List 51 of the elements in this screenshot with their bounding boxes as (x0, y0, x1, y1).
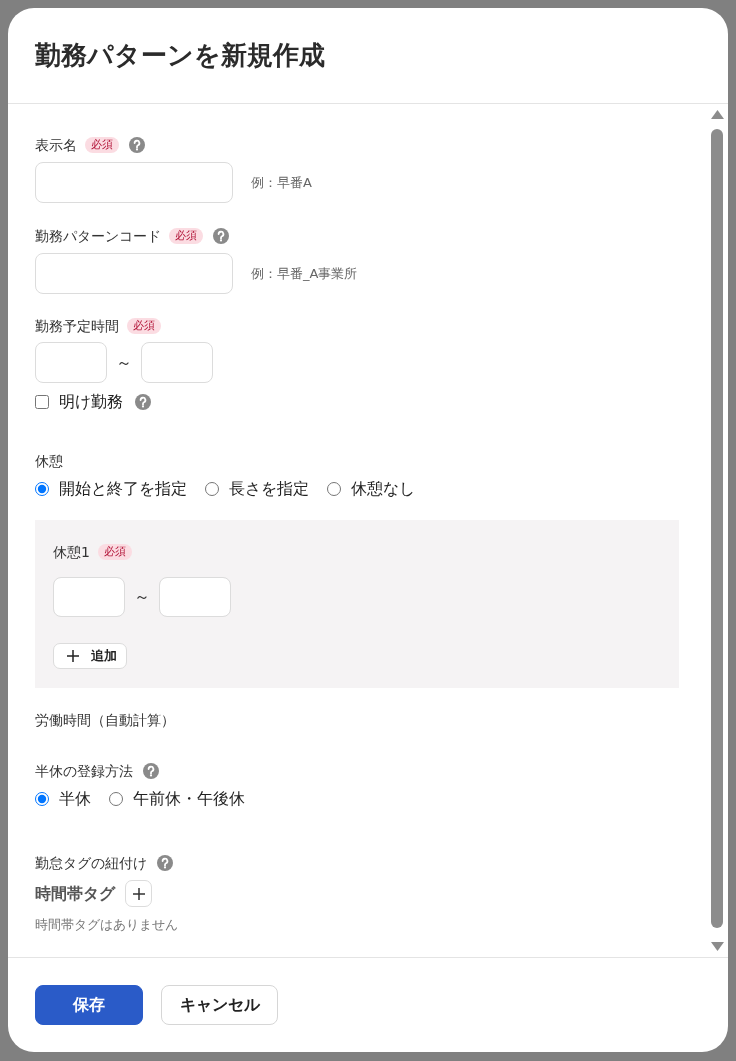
start-time-field[interactable] (35, 342, 107, 383)
example-hint: 例：早番_A事業所 (251, 264, 358, 283)
add-break-button[interactable]: 追加 (53, 643, 127, 669)
checkbox[interactable] (35, 395, 49, 409)
help-icon[interactable] (129, 137, 145, 153)
example-hint: 例：早番A (251, 173, 312, 192)
field-label: 表示名 (35, 135, 77, 155)
radio-button[interactable] (35, 792, 49, 806)
dialog-title: 勤務パターンを新規作成 (35, 39, 325, 72)
help-icon[interactable] (157, 855, 173, 871)
radio-button[interactable] (109, 792, 123, 806)
cancel-button[interactable]: キャンセル (161, 985, 278, 1025)
save-button[interactable]: 保存 (35, 985, 143, 1025)
end-time-field[interactable] (141, 342, 213, 383)
help-icon[interactable] (213, 228, 229, 244)
plus-icon (67, 650, 79, 662)
scrollbar-thumb[interactable] (711, 129, 723, 928)
radio-label[interactable]: 半休 (59, 787, 91, 811)
required-badge: 必須 (85, 137, 119, 153)
text-input-field[interactable] (35, 162, 233, 203)
range-separator: ～ (116, 351, 132, 374)
required-badge: 必須 (97, 544, 132, 560)
radio-button[interactable] (35, 482, 49, 496)
radio-button[interactable] (205, 482, 219, 496)
field-label: 労働時間（自動計算） (35, 710, 175, 730)
field-label: 勤務予定時間 (35, 316, 119, 336)
field-label: 勤怠タグの紐付け (35, 853, 147, 873)
field-label: 半休の登録方法 (35, 761, 133, 781)
scroll-up-icon[interactable] (710, 110, 724, 119)
range-separator: ～ (134, 586, 150, 608)
checkbox-label[interactable]: 明け勤務 (59, 390, 123, 414)
field-label: 勤務パターンコード (35, 226, 161, 246)
radio-label[interactable]: 午前休・午後休 (133, 787, 245, 811)
text-input-field[interactable] (35, 253, 233, 294)
plus-icon (132, 887, 145, 900)
radio-label[interactable]: 開始と終了を指定 (59, 477, 187, 501)
tag-group-title: 時間帯タグ (35, 882, 115, 905)
required-badge: 必須 (127, 318, 161, 334)
radio-label[interactable]: 休憩なし (351, 477, 415, 501)
help-icon[interactable] (143, 763, 159, 779)
radio-label[interactable]: 長さを指定 (229, 477, 309, 501)
help-icon[interactable] (135, 394, 151, 410)
field-label: 休憩1 (53, 542, 90, 562)
empty-message: 時間帯タグはありません (35, 916, 178, 934)
add-tag-button[interactable] (125, 880, 152, 907)
field-label: 休憩 (35, 451, 63, 471)
start-time-field[interactable] (53, 577, 125, 617)
scroll-down-icon[interactable] (710, 942, 724, 951)
end-time-field[interactable] (159, 577, 231, 617)
required-badge: 必須 (169, 228, 203, 244)
radio-button[interactable] (327, 482, 341, 496)
